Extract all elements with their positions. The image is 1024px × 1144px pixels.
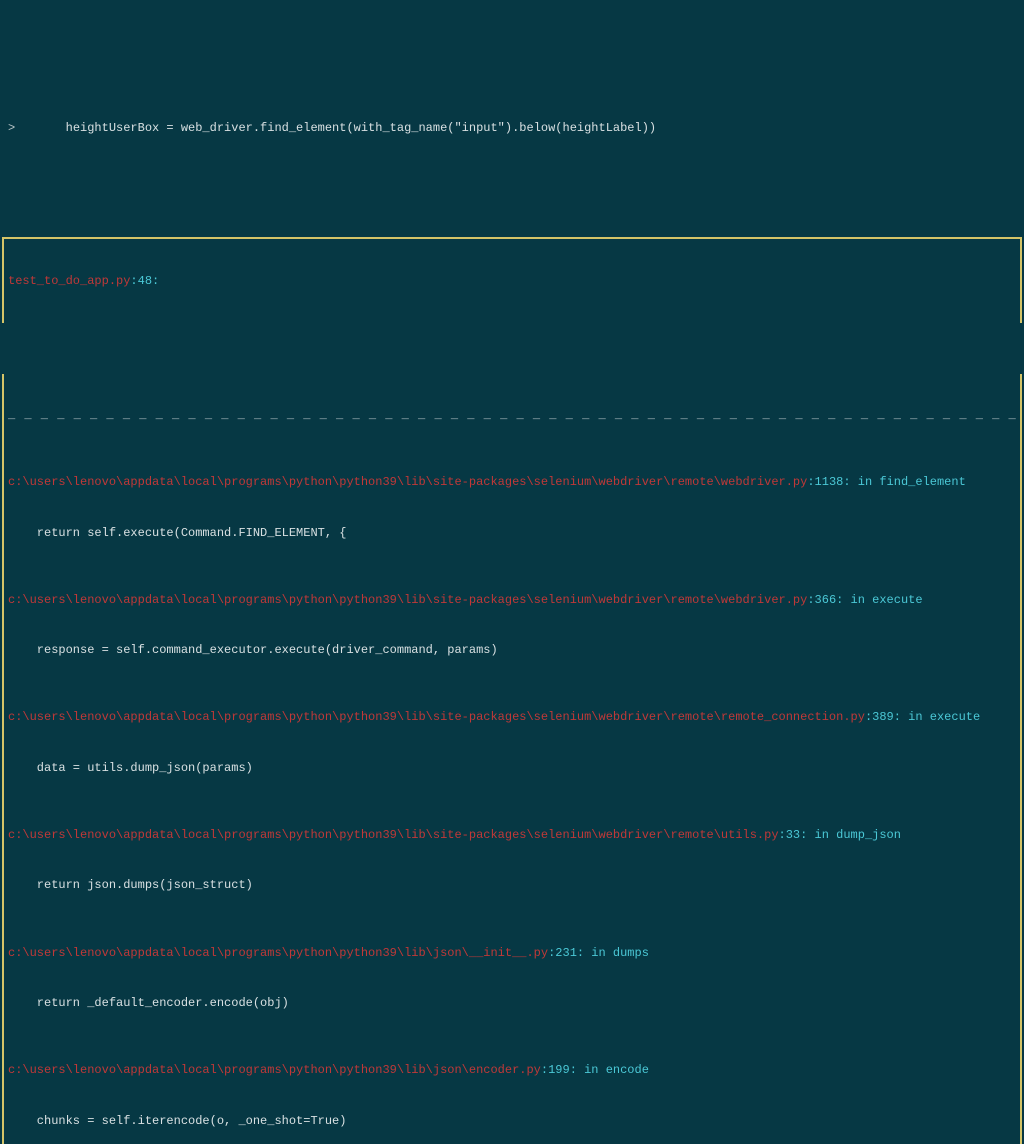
frame-line: c:\users\lenovo\appdata\local\programs\p… (4, 827, 1020, 844)
traceback-box-top: test_to_do_app.py:48: (2, 237, 1022, 323)
terminal-output: > heightUserBox = web_driver.find_elemen… (0, 67, 1024, 1144)
frame-code: chunks = self.iterencode(o, _one_shot=Tr… (4, 1113, 1020, 1130)
frame-line: c:\users\lenovo\appdata\local\programs\p… (4, 1062, 1020, 1079)
frame-line: c:\users\lenovo\appdata\local\programs\p… (4, 945, 1020, 962)
frame-line: c:\users\lenovo\appdata\local\programs\p… (4, 474, 1020, 491)
traceback-box-mid: _ _ _ _ _ _ _ _ _ _ _ _ _ _ _ _ _ _ _ _ … (2, 374, 1022, 1144)
dash-separator: _ _ _ _ _ _ _ _ _ _ _ _ _ _ _ _ _ _ _ _ … (4, 407, 1020, 424)
prompt-marker: > (4, 121, 15, 135)
frame-code: return _default_encoder.encode(obj) (4, 995, 1020, 1012)
frame-code: return json.dumps(json_struct) (4, 877, 1020, 894)
code-line: > heightUserBox = web_driver.find_elemen… (0, 120, 1024, 137)
blank-line (0, 170, 1024, 187)
frame-line: c:\users\lenovo\appdata\local\programs\p… (4, 709, 1020, 726)
frame-code: data = utils.dump_json(params) (4, 760, 1020, 777)
traceback-header: test_to_do_app.py:48: (4, 273, 1020, 290)
frame-line: c:\users\lenovo\appdata\local\programs\p… (4, 592, 1020, 609)
frame-code: response = self.command_executor.execute… (4, 642, 1020, 659)
frame-code: return self.execute(Command.FIND_ELEMENT… (4, 525, 1020, 542)
